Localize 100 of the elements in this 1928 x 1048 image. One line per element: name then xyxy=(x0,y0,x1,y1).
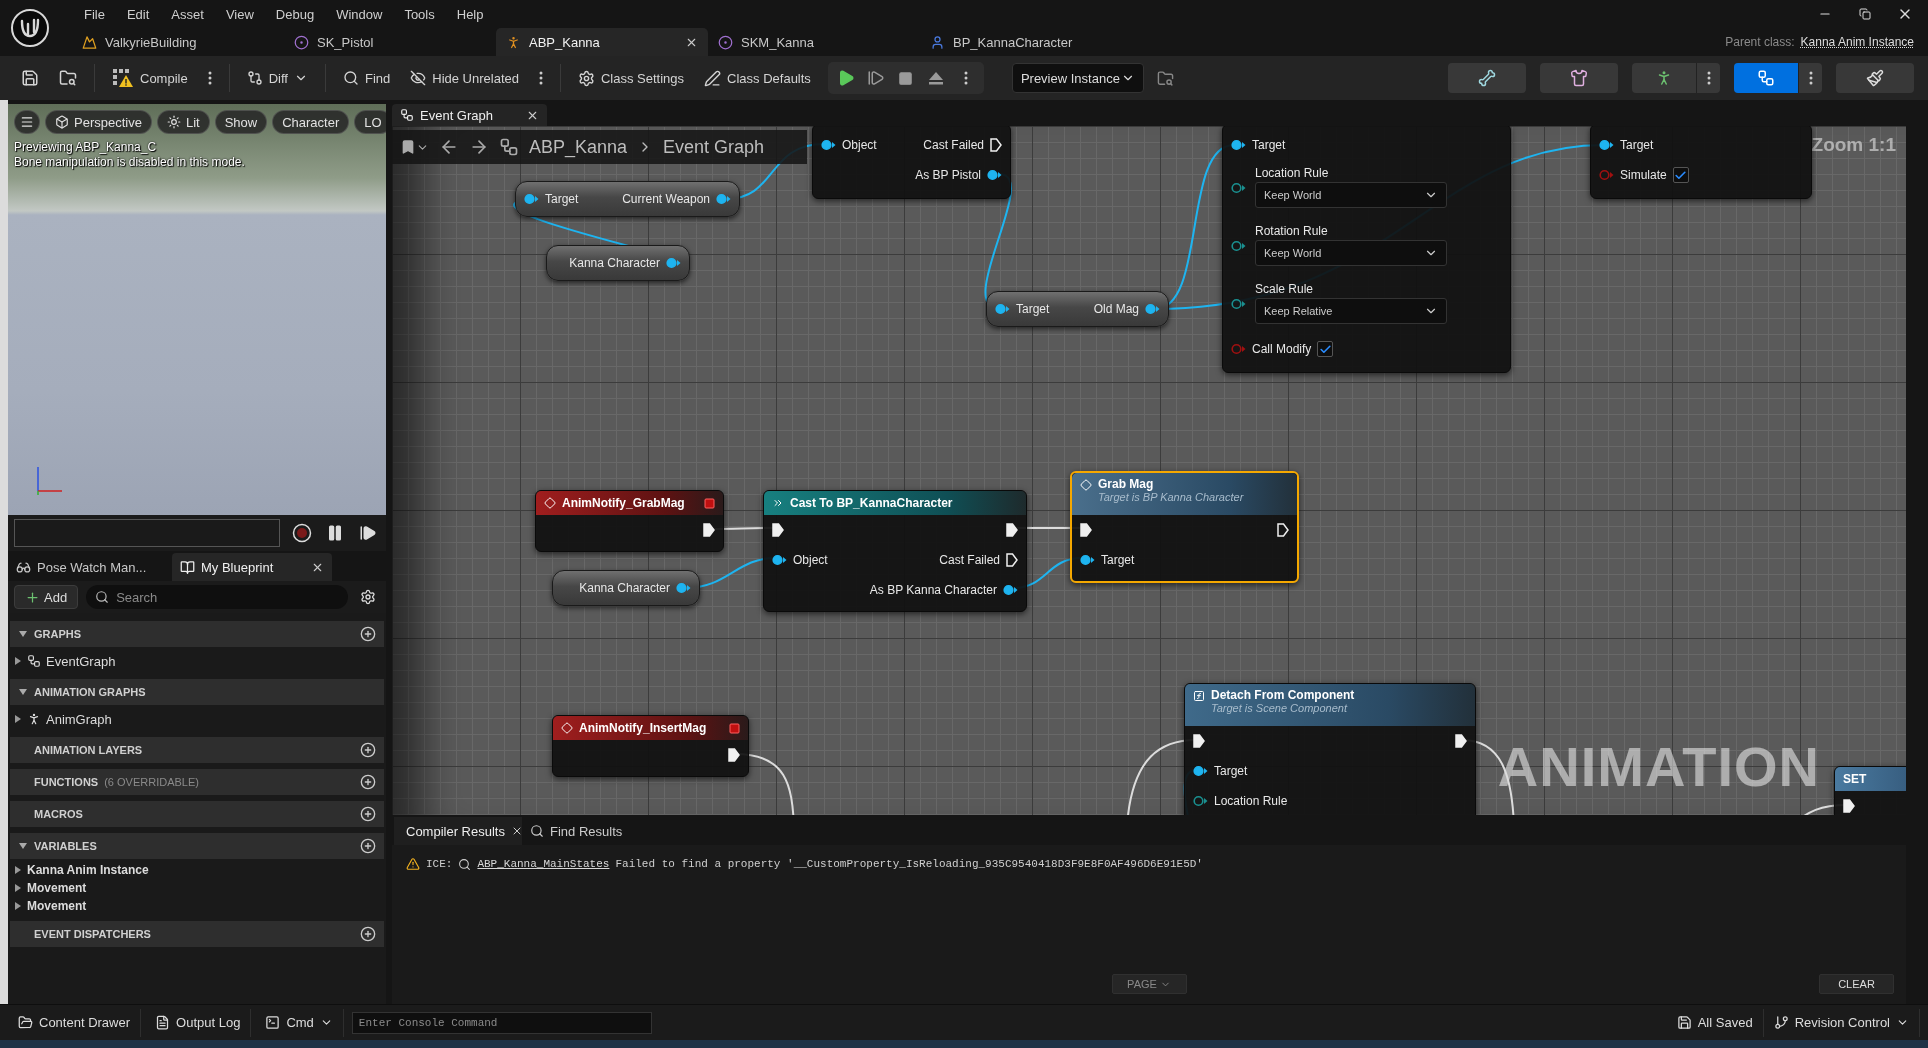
breadcrumb-link[interactable]: Event Graph xyxy=(663,136,765,158)
breadcrumb-link[interactable]: ABP_Kanna xyxy=(529,136,628,158)
message-link[interactable]: ABP_Kanna_MainStates xyxy=(477,858,610,870)
bookmark-button[interactable] xyxy=(400,139,429,155)
pen-icon xyxy=(704,69,722,87)
mode-button[interactable] xyxy=(1836,63,1914,93)
checkbox[interactable] xyxy=(1317,341,1334,357)
add-button[interactable] xyxy=(360,774,376,790)
document-tab[interactable]: SK_Pistol xyxy=(284,28,496,56)
variable-node[interactable]: Target Old Mag xyxy=(986,291,1169,327)
results-tab[interactable]: Find Results xyxy=(524,817,652,845)
event-node[interactable]: AnimNotify_GrabMag xyxy=(535,490,724,552)
results-tab[interactable]: Compiler Results xyxy=(394,817,522,845)
add-button[interactable] xyxy=(360,838,376,854)
save-all-button[interactable]: All Saved xyxy=(1666,1008,1764,1037)
node-title: Detach From Component xyxy=(1211,688,1355,702)
more-icon xyxy=(1808,71,1813,85)
set-node[interactable]: SET xyxy=(1834,766,1906,815)
section-header[interactable]: ANIMATION GRAPHS xyxy=(10,679,384,705)
record-button[interactable] xyxy=(290,521,314,545)
hide-unrelated-button[interactable]: Hide Unrelated xyxy=(403,63,526,93)
graph-icon xyxy=(400,108,414,122)
menu-item[interactable]: Edit xyxy=(116,3,160,25)
cast-node[interactable]: Cast To BP_KannaCharacter Object Cast Failed As BP Kanna Character xyxy=(763,490,1027,612)
mode-button[interactable] xyxy=(1734,63,1798,93)
parent-class-link[interactable]: Kanna Anim Instance xyxy=(1800,35,1914,49)
section-header[interactable]: GRAPHS xyxy=(10,621,384,647)
search-field[interactable]: Search xyxy=(86,585,348,609)
function-node[interactable]: Detach From Component Target is Scene Component Target Location Rule xyxy=(1184,683,1476,815)
search-icon xyxy=(95,590,110,604)
menu-item[interactable]: Asset xyxy=(161,3,214,25)
debug-object-dropdown[interactable]: Preview Instance xyxy=(1011,63,1144,93)
section-header[interactable]: EVENT DISPATCHERS xyxy=(10,921,384,947)
section-title: MACROS xyxy=(34,808,83,820)
console-input[interactable]: Enter Console Command xyxy=(351,1011,652,1034)
compile-button[interactable]: Compile xyxy=(105,63,195,93)
sun-icon xyxy=(166,115,181,129)
tree-item[interactable]: Kanna Anim Instance xyxy=(10,861,384,879)
dropdown[interactable]: Keep World xyxy=(1255,182,1447,208)
document-tab[interactable]: BP_KannaCharacter xyxy=(920,28,1132,56)
graph-tab[interactable]: Event Graph xyxy=(392,104,547,126)
add-button[interactable] xyxy=(360,806,376,822)
menu-item[interactable]: Tools xyxy=(394,3,445,25)
event-node[interactable]: AnimNotify_InsertMag xyxy=(552,715,749,777)
search-icon xyxy=(342,70,359,86)
menu-item[interactable]: Help xyxy=(446,3,494,25)
revision-control-button[interactable]: Revision Control xyxy=(1763,1008,1920,1037)
menu-item[interactable]: View xyxy=(215,3,264,25)
clear-button[interactable]: CLEAR xyxy=(1819,974,1894,994)
find-button[interactable]: Find xyxy=(335,63,398,93)
close-tab-button[interactable] xyxy=(511,825,523,837)
page-button[interactable]: PAGE xyxy=(1111,974,1187,994)
timeline-field[interactable] xyxy=(14,519,281,547)
function-node[interactable]: Grab Mag Target is BP Kanna Character Target xyxy=(1070,471,1299,583)
add-button[interactable] xyxy=(360,926,376,942)
document-tab[interactable]: ABP_Kanna xyxy=(496,28,708,56)
document-tab[interactable]: ValkyrieBuilding xyxy=(72,28,284,56)
menu-item[interactable]: Window xyxy=(326,3,393,25)
menu-item[interactable]: File xyxy=(74,3,115,25)
output-log-button[interactable]: Output Log xyxy=(145,1008,252,1037)
graph-node[interactable]: Target Location Rule Keep World Rotation Rule Keep World Scale Rule Keep Relative Call Modify xyxy=(1222,126,1511,373)
variable-node[interactable]: Kanna Character xyxy=(546,245,690,281)
mode-button[interactable] xyxy=(1540,63,1618,93)
viewport-button[interactable]: Character xyxy=(272,110,350,134)
tree-item[interactable]: Movement xyxy=(10,897,384,915)
tree-item[interactable]: Movement xyxy=(10,879,384,897)
diff-button[interactable]: Diff xyxy=(239,63,315,93)
panel-tab[interactable]: Pose Watch Man... xyxy=(8,553,168,581)
viewport-button[interactable]: Perspective xyxy=(45,110,152,134)
checkbox[interactable] xyxy=(1672,167,1689,183)
graph-icon xyxy=(499,137,519,157)
menu-item[interactable]: Debug xyxy=(265,3,325,25)
content-drawer-button[interactable]: Content Drawer xyxy=(8,1008,142,1037)
variable-node[interactable]: Kanna Character xyxy=(552,570,700,606)
variable-node[interactable]: Target Current Weapon xyxy=(515,181,740,217)
class-settings-button[interactable]: Class Settings xyxy=(570,63,692,93)
tree-item[interactable]: AnimGraph xyxy=(10,707,384,731)
add-button[interactable]: Add xyxy=(14,585,79,609)
document-tab[interactable]: SKM_Kanna xyxy=(708,28,920,56)
add-button[interactable] xyxy=(360,626,376,642)
more-button[interactable] xyxy=(1696,63,1720,93)
add-button[interactable] xyxy=(360,742,376,758)
section-header[interactable]: MACROS xyxy=(10,801,384,827)
class-defaults-button[interactable]: Class Defaults xyxy=(697,63,818,93)
section-header[interactable]: ANIMATION LAYERS xyxy=(10,737,384,763)
node-subtitle: Target is BP Kanna Character xyxy=(1098,491,1244,503)
section-header[interactable]: FUNCTIONS (6 OVERRIDABLE) xyxy=(10,769,384,795)
viewport-button[interactable]: LO xyxy=(354,110,386,134)
graph-node[interactable]: Object Cast Failed As BP Pistol xyxy=(812,126,1011,199)
more-button[interactable] xyxy=(1798,63,1822,93)
mode-button[interactable] xyxy=(1448,63,1526,93)
cmd-dropdown[interactable]: Cmd xyxy=(255,1008,344,1037)
tree-item[interactable]: EventGraph xyxy=(10,649,384,673)
dropdown[interactable]: Keep Relative xyxy=(1255,298,1447,324)
panel-tab[interactable]: My Blueprint xyxy=(172,553,332,581)
record-icon xyxy=(291,523,312,543)
section-title: VARIABLES xyxy=(34,840,97,852)
dropdown[interactable]: Keep World xyxy=(1255,240,1447,266)
section-header[interactable]: VARIABLES xyxy=(10,833,384,859)
graph-node[interactable]: Target Simulate xyxy=(1590,126,1812,199)
